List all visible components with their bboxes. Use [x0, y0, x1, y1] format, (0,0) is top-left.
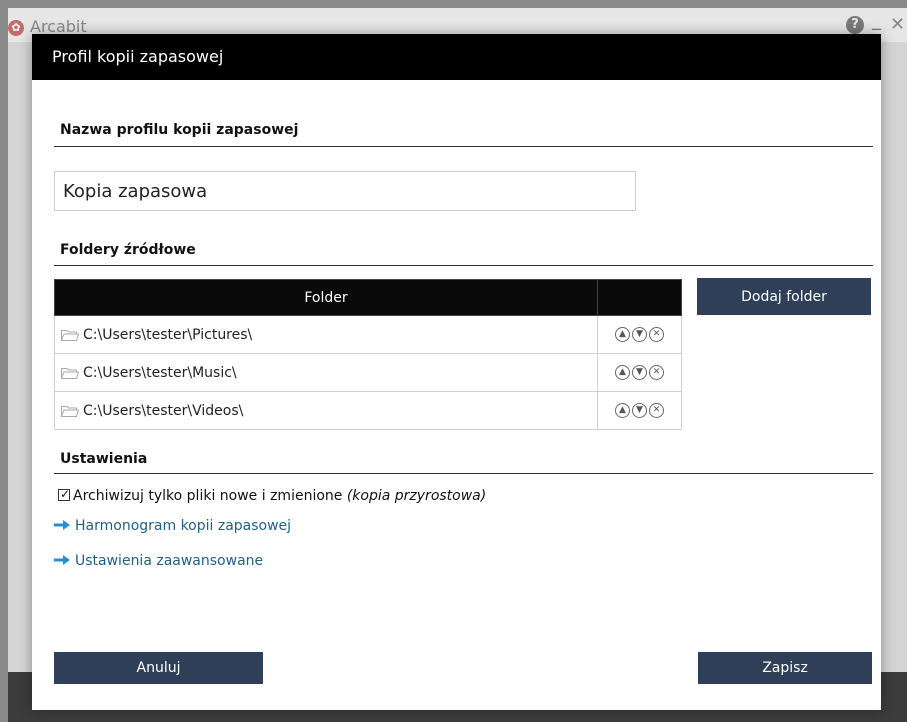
folder-path: C:\Users\tester\Music\: [83, 364, 237, 381]
table-row[interactable]: C:\Users\tester\Pictures\ ▲ ▼ ✕: [54, 315, 682, 354]
incremental-label: Archiwizuj tylko pliki nowe i zmienione: [73, 488, 343, 504]
column-header-actions: [597, 279, 682, 316]
add-folder-button[interactable]: Dodaj folder: [697, 278, 871, 315]
folder-path: C:\Users\tester\Pictures\: [83, 326, 253, 343]
save-button[interactable]: Zapisz: [698, 652, 872, 684]
move-up-icon[interactable]: ▲: [615, 403, 630, 418]
checkmark-icon: ✓: [60, 487, 71, 501]
incremental-note: (kopia przyrostowa): [346, 488, 487, 504]
arcabit-logo-icon: ✿: [8, 20, 24, 36]
remove-icon[interactable]: ✕: [649, 365, 664, 380]
dialog-header: Profil kopii zapasowej: [32, 34, 881, 80]
move-up-icon[interactable]: ▲: [615, 327, 630, 342]
source-folders-heading: Foldery źródłowe: [60, 242, 196, 258]
profile-name-input[interactable]: [54, 171, 636, 211]
help-icon[interactable]: ?: [846, 16, 864, 34]
arrow-right-icon: [54, 555, 70, 565]
advanced-settings-link-label: Ustawienia zaawansowane: [75, 553, 264, 569]
folder-icon: [61, 329, 79, 341]
close-icon[interactable]: ✕: [890, 14, 905, 35]
minimize-icon[interactable]: _: [872, 10, 881, 31]
dialog-title: Profil kopii zapasowej: [52, 47, 224, 66]
move-down-icon[interactable]: ▼: [632, 403, 647, 418]
folder-actions-cell: ▲ ▼ ✕: [597, 315, 682, 354]
table-row[interactable]: C:\Users\tester\Videos\ ▲ ▼ ✕: [54, 391, 682, 430]
folder-path-cell: C:\Users\tester\Videos\: [54, 391, 598, 430]
move-down-icon[interactable]: ▼: [632, 365, 647, 380]
section-divider: [54, 146, 873, 147]
source-folders-table: Folder C:\Users\tester\Pictures\ ▲ ▼ ✕ C:\Us…: [54, 279, 682, 430]
folder-actions-cell: ▲ ▼ ✕: [597, 391, 682, 430]
move-down-icon[interactable]: ▼: [632, 327, 647, 342]
remove-icon[interactable]: ✕: [649, 403, 664, 418]
arrow-right-icon: [54, 520, 70, 530]
move-up-icon[interactable]: ▲: [615, 365, 630, 380]
settings-heading: Ustawienia: [60, 451, 148, 467]
column-header-folder: Folder: [54, 279, 598, 316]
folder-icon: [61, 367, 79, 379]
schedule-link-label: Harmonogram kopii zapasowej: [75, 518, 292, 534]
cancel-button[interactable]: Anuluj: [54, 652, 263, 684]
folder-icon: [61, 405, 79, 417]
folder-actions-cell: ▲ ▼ ✕: [597, 353, 682, 392]
folder-path-cell: C:\Users\tester\Music\: [54, 353, 598, 392]
incremental-backup-option[interactable]: ✓ Archiwizuj tylko pliki nowe i zmienione…: [58, 487, 487, 504]
table-row[interactable]: C:\Users\tester\Music\ ▲ ▼ ✕: [54, 353, 682, 392]
section-divider: [54, 265, 873, 266]
remove-icon[interactable]: ✕: [649, 327, 664, 342]
incremental-checkbox[interactable]: ✓: [58, 487, 71, 501]
backup-profile-dialog: Profil kopii zapasowej Nazwa profilu kop…: [32, 34, 881, 710]
section-divider: [54, 473, 873, 474]
schedule-link[interactable]: Harmonogram kopii zapasowej: [54, 518, 291, 534]
folder-path-cell: C:\Users\tester\Pictures\: [54, 315, 598, 354]
table-header-row: Folder: [54, 279, 682, 316]
profile-name-heading: Nazwa profilu kopii zapasowej: [60, 122, 299, 138]
advanced-settings-link[interactable]: Ustawienia zaawansowane: [54, 553, 263, 569]
folder-path: C:\Users\tester\Videos\: [83, 402, 244, 419]
